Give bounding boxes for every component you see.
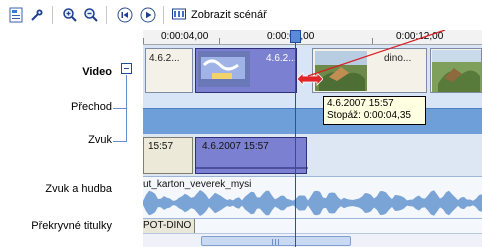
zoom-in-icon[interactable] bbox=[62, 7, 78, 23]
title-clip[interactable]: POT-DINO bbox=[143, 219, 195, 233]
properties-icon[interactable] bbox=[9, 7, 25, 23]
transition-track[interactable] bbox=[143, 108, 482, 134]
scrollbar-thumb[interactable] bbox=[201, 236, 351, 246]
set-audio-levels-icon[interactable] bbox=[29, 7, 45, 23]
video-clip[interactable]: 4.6.2... bbox=[145, 48, 193, 93]
play-icon[interactable] bbox=[140, 7, 156, 23]
timeline-area[interactable]: 0:00:04,00 0:00:08,00 0:00:12,00 4.6.2..… bbox=[143, 30, 482, 247]
audio-clip-label: 15:57 bbox=[148, 141, 174, 152]
toolbar-separator bbox=[52, 6, 53, 24]
video-clip-selected[interactable]: 4.6.2... bbox=[195, 48, 297, 93]
title-clip-label: POT-DINO bbox=[143, 220, 192, 231]
storyboard-icon bbox=[172, 7, 186, 24]
clip-thumbnail bbox=[198, 51, 250, 87]
collapse-video-toggle[interactable] bbox=[121, 63, 132, 74]
scrollbar-grip-icon bbox=[272, 239, 279, 245]
clip-label: 4.6.2... bbox=[266, 53, 297, 64]
music-track-label: Zvuk a hudba bbox=[45, 183, 112, 195]
transition-track-label: Přechod bbox=[71, 101, 112, 113]
audio-waveform bbox=[143, 190, 482, 216]
audio-track[interactable]: 15:57 4.6.2007 15:57 bbox=[143, 134, 482, 176]
audio-clip-label: 4.6.2007 15:57 bbox=[202, 141, 269, 152]
music-track[interactable]: ut_karton_veverek_mysi bbox=[143, 176, 482, 218]
titles-track[interactable]: POT-DINO bbox=[143, 218, 482, 233]
audio-clip-selected[interactable]: 4.6.2007 15:57 bbox=[195, 137, 308, 174]
horizontal-scrollbar[interactable] bbox=[143, 233, 482, 247]
toolbar-separator bbox=[163, 6, 164, 24]
audio-clip[interactable]: 15:57 bbox=[143, 137, 193, 174]
annotation-pointer bbox=[307, 30, 446, 77]
clip-label: 4.6.2... bbox=[149, 53, 180, 64]
titles-track-label: Překryvné titulky bbox=[31, 220, 112, 232]
ruler-tick bbox=[143, 38, 144, 44]
show-storyboard-button[interactable]: Zobrazit scénář bbox=[172, 6, 267, 24]
storyboard-label: Zobrazit scénář bbox=[191, 9, 267, 21]
rewind-icon[interactable] bbox=[117, 7, 133, 23]
tooltip-duration: Stopáž: 0:00:04,35 bbox=[327, 110, 411, 121]
zoom-out-icon[interactable] bbox=[83, 7, 99, 23]
timeline-toolbar: Zobrazit scénář bbox=[0, 0, 482, 30]
track-labels: Video Přechod Zvuk Zvuk a hudba Překryvn… bbox=[0, 30, 143, 247]
tooltip-date: 4.6.2007 15:57 bbox=[327, 98, 394, 109]
ruler-label: 0:00:04,00 bbox=[161, 31, 209, 42]
audio-track-label: Zvuk bbox=[88, 134, 112, 146]
ruler-tick bbox=[219, 38, 220, 44]
playhead-line[interactable] bbox=[295, 30, 296, 247]
playhead-handle[interactable] bbox=[290, 30, 301, 43]
toolbar-separator bbox=[106, 6, 107, 24]
volume-line bbox=[196, 167, 308, 169]
clip-tooltip: 4.6.2007 15:57 Stopáž: 0:00:04,35 bbox=[323, 96, 426, 125]
